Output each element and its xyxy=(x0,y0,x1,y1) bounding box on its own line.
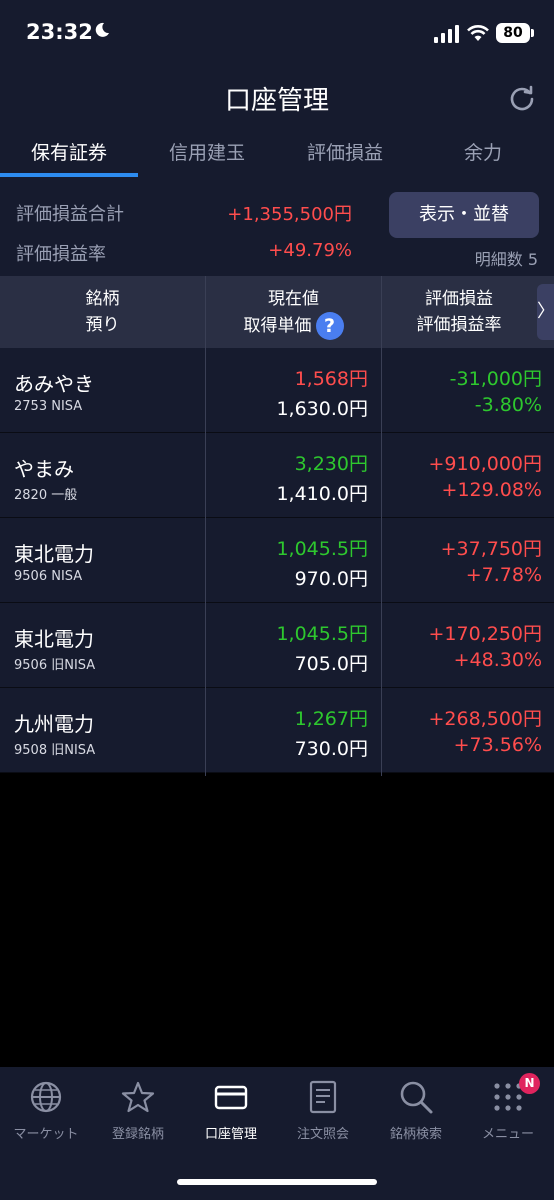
battery-indicator: 80 xyxy=(496,23,530,43)
pl-rate-label: 評価損益率 xyxy=(16,244,106,265)
summary-panel: 評価損益合計 +1,355,500円 評価損益率 +49.79% 表示・並替 明… xyxy=(0,178,554,276)
stock-code: 2753 NISA xyxy=(14,399,83,414)
header-cost-label: 取得単価 xyxy=(243,316,312,336)
cost-price: 705.0円 xyxy=(294,653,368,675)
stock-name: 九州電力 xyxy=(14,712,94,736)
notification-badge: N xyxy=(519,1073,540,1094)
header-pl-rate-label: 評価損益率 xyxy=(416,315,502,335)
bottom-nav: マーケット 登録銘柄 口座管理 注文照会 銘柄検索 メニュー xyxy=(0,1067,554,1151)
unrealized-pl-rate: +73.56% xyxy=(453,734,542,756)
nav-search[interactable]: 銘柄検索 xyxy=(370,1067,462,1151)
total-pl-label: 評価損益合計 xyxy=(16,204,124,225)
detail-count: 明細数 5 xyxy=(475,246,538,270)
nav-menu[interactable]: メニュー xyxy=(462,1067,554,1151)
stock-code: 2820 一般 xyxy=(14,488,78,503)
nav-header: 口座管理 xyxy=(0,66,554,130)
stock-name: あみやき xyxy=(14,372,94,396)
stock-code: 9508 旧NISA xyxy=(14,743,96,758)
detail-count-value: 5 xyxy=(527,250,538,269)
table-row[interactable]: 東北電力 9506 旧NISA 1,045.5円 705.0円 +170,250… xyxy=(0,603,554,688)
tab-margin-positions[interactable]: 信用建玉 xyxy=(138,130,276,178)
unrealized-pl: +37,750円 xyxy=(440,538,542,560)
nav-account-label: 口座管理 xyxy=(204,1127,257,1142)
unrealized-pl: +910,000円 xyxy=(428,453,543,475)
stock-name: やまみ xyxy=(14,457,74,481)
nav-watchlist[interactable]: 登録銘柄 xyxy=(92,1067,184,1151)
cost-price: 1,630.0円 xyxy=(276,398,368,420)
stock-code: 9506 旧NISA xyxy=(14,658,96,673)
nav-menu-label: メニュー xyxy=(481,1127,534,1142)
unrealized-pl: -31,000円 xyxy=(449,368,542,390)
nav-search-label: 銘柄検索 xyxy=(389,1127,442,1142)
column-divider xyxy=(205,276,206,776)
unrealized-pl-rate: +129.08% xyxy=(441,479,542,501)
detail-count-label: 明細数 xyxy=(474,250,523,269)
home-indicator[interactable] xyxy=(177,1179,377,1185)
column-divider xyxy=(381,276,382,776)
current-price: 1,045.5円 xyxy=(276,623,368,645)
total-pl-value: +1,355,500円 xyxy=(227,204,352,225)
current-price: 3,230円 xyxy=(294,453,368,475)
cost-price: 730.0円 xyxy=(294,738,368,760)
moon-icon xyxy=(95,22,109,37)
nav-orders-label: 注文照会 xyxy=(296,1127,349,1142)
signal-icon xyxy=(434,25,459,43)
help-icon[interactable]: ? xyxy=(315,312,344,340)
unrealized-pl-rate: +48.30% xyxy=(453,649,542,671)
document-icon xyxy=(309,1080,337,1114)
home-indicator-area xyxy=(0,1151,554,1200)
table-row[interactable]: 九州電力 9508 旧NISA 1,267円 730.0円 +268,500円 … xyxy=(0,688,554,773)
status-bar: 23:32 80 xyxy=(0,0,554,66)
nav-market-label: マーケット xyxy=(13,1127,79,1142)
stock-name: 東北電力 xyxy=(14,627,94,651)
nav-account[interactable]: 口座管理 xyxy=(185,1067,277,1151)
next-columns-button[interactable]: 〉 xyxy=(537,284,554,340)
table-row[interactable]: やまみ 2820 一般 3,230円 1,410.0円 +910,000円 +1… xyxy=(0,433,554,518)
cost-price: 1,410.0円 xyxy=(276,483,368,505)
unrealized-pl: +170,250円 xyxy=(428,623,543,645)
header-custody-label: 預り xyxy=(85,315,120,335)
current-price: 1,045.5円 xyxy=(276,538,368,560)
nav-watchlist-label: 登録銘柄 xyxy=(111,1127,164,1142)
header-col-stock: 銘柄 預り xyxy=(0,276,205,348)
search-icon xyxy=(400,1081,433,1114)
nav-market[interactable]: マーケット xyxy=(0,1067,92,1151)
stock-code: 9506 NISA xyxy=(14,569,83,584)
nav-orders[interactable]: 注文照会 xyxy=(277,1067,369,1151)
pl-rate-value: +49.79% xyxy=(268,240,352,261)
cost-price: 970.0円 xyxy=(294,568,368,590)
current-price: 1,267円 xyxy=(294,708,368,730)
tab-bar: 保有証券 信用建玉 評価損益 余力 xyxy=(0,130,554,178)
header-price-label: 現在値 xyxy=(268,289,319,309)
stock-name: 東北電力 xyxy=(14,542,94,566)
active-tab-indicator xyxy=(0,173,138,177)
header-stock-label: 銘柄 xyxy=(85,289,120,309)
table-row[interactable]: あみやき 2753 NISA 1,568円 1,630.0円 -31,000円 … xyxy=(0,348,554,433)
refresh-icon[interactable] xyxy=(508,84,536,112)
battery-tip xyxy=(531,29,534,37)
header-pl-label: 評価損益 xyxy=(425,289,493,309)
display-sort-button[interactable]: 表示・並替 xyxy=(389,192,539,238)
card-icon xyxy=(214,1085,248,1110)
status-time: 23:32 xyxy=(26,20,93,44)
star-icon xyxy=(121,1081,155,1113)
tab-holdings[interactable]: 保有証券 xyxy=(0,130,138,178)
current-price: 1,568円 xyxy=(294,368,368,390)
unrealized-pl-rate: -3.80% xyxy=(474,394,542,416)
tab-unrealized-pl[interactable]: 評価損益 xyxy=(276,130,414,178)
wifi-icon xyxy=(467,25,489,41)
table-header: 銘柄 預り 現在値 取得単価? 評価損益 評価損益率 xyxy=(0,276,554,348)
table-row[interactable]: 東北電力 9506 NISA 1,045.5円 970.0円 +37,750円 … xyxy=(0,518,554,603)
globe-icon xyxy=(30,1081,62,1113)
unrealized-pl-rate: +7.78% xyxy=(465,564,542,586)
tab-buying-power[interactable]: 余力 xyxy=(414,130,552,178)
header-col-price: 現在値 取得単価? xyxy=(206,276,381,348)
page-title: 口座管理 xyxy=(224,86,329,116)
header-col-pl: 評価損益 評価損益率 xyxy=(382,276,536,348)
unrealized-pl: +268,500円 xyxy=(428,708,543,730)
